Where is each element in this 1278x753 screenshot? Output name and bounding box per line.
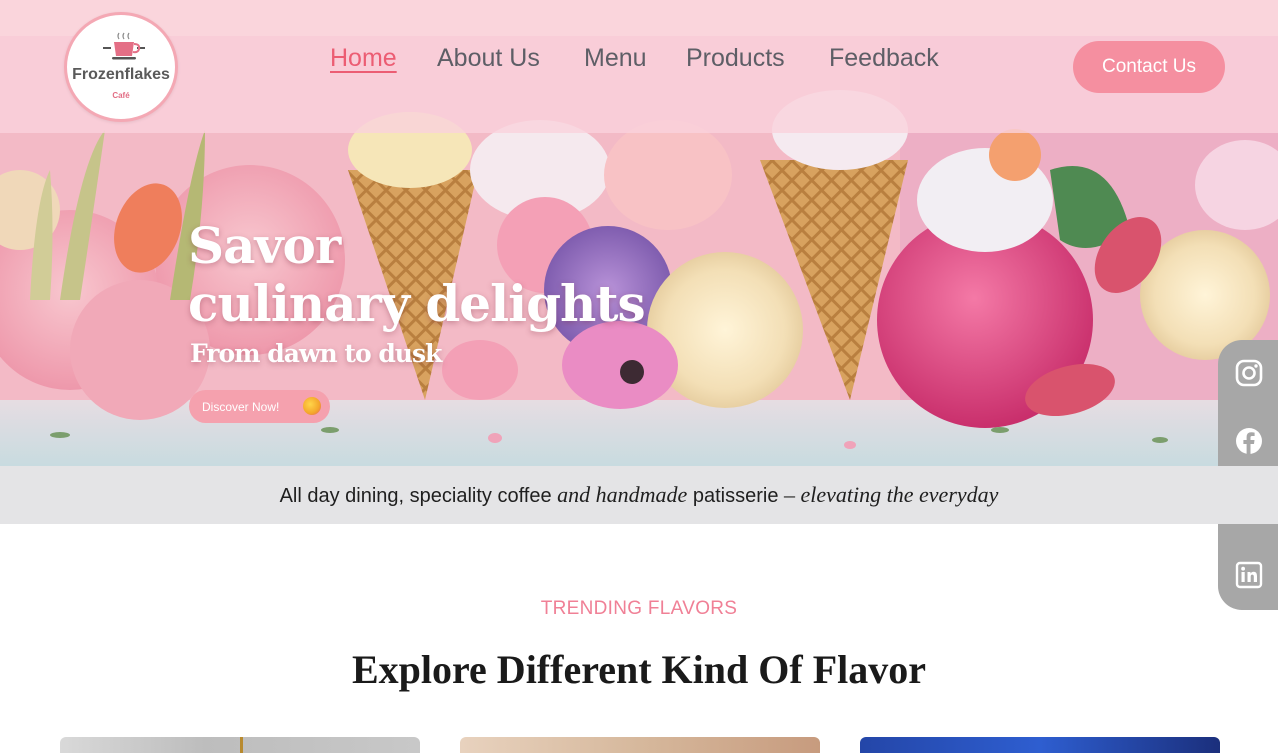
- tagline-part-2: and handmade: [557, 482, 688, 507]
- tagline-part-3: patisserie: [687, 485, 785, 507]
- section-title: Explore Different Kind Of Flavor: [351, 647, 927, 692]
- nav-about-us[interactable]: About Us: [437, 44, 540, 73]
- flavor-card-2[interactable]: [460, 737, 820, 753]
- heart-eyes-emoji-icon: [303, 397, 321, 415]
- hero-headline-line2: culinary delights: [188, 274, 646, 333]
- tagline: All day dining, speciality coffee and ha…: [0, 482, 1278, 508]
- tagline-part-1: All day dining, speciality coffee: [279, 485, 558, 507]
- hero-banner: Frozenflakes Café Home About Us Menu Pro…: [0, 0, 1278, 466]
- flavor-card-1[interactable]: [60, 737, 420, 753]
- contact-us-button[interactable]: Contact Us: [1073, 41, 1225, 93]
- nav-menu[interactable]: Menu: [584, 44, 647, 73]
- top-strip: [0, 0, 1278, 36]
- hero-headline-line1: Savor: [188, 216, 341, 275]
- nav-home[interactable]: Home: [330, 44, 397, 73]
- brand-logo[interactable]: Frozenflakes Café: [64, 12, 178, 122]
- tagline-bar: All day dining, speciality coffee and ha…: [0, 466, 1278, 524]
- linkedin-icon[interactable]: [1235, 561, 1263, 589]
- tagline-part-4: – elevating the everyday: [784, 482, 999, 507]
- flavor-card-3[interactable]: [860, 737, 1220, 753]
- nav-products[interactable]: Products: [686, 44, 785, 73]
- section-eyebrow: TRENDING FLAVORS: [540, 598, 738, 619]
- card-image-detail: [240, 737, 243, 753]
- brand-name: Frozenflakes: [72, 66, 170, 83]
- brand-subtitle: Café: [112, 91, 130, 100]
- facebook-icon[interactable]: [1235, 427, 1263, 455]
- hero-subtitle: From dawn to dusk: [190, 339, 442, 368]
- instagram-icon[interactable]: [1235, 359, 1263, 387]
- discover-now-button[interactable]: Discover Now!: [189, 390, 330, 423]
- coffee-cup-icon: [103, 32, 145, 60]
- discover-now-label: Discover Now!: [202, 399, 280, 414]
- nav-feedback[interactable]: Feedback: [829, 44, 939, 73]
